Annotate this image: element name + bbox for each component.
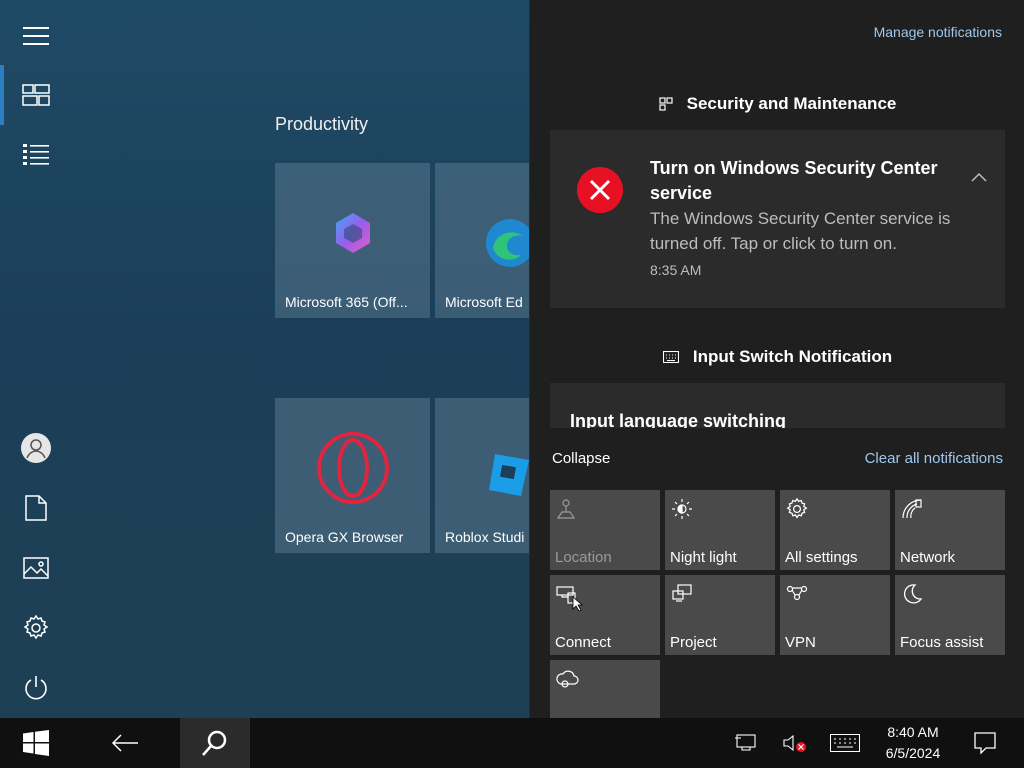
microsoft-365-icon <box>335 212 370 253</box>
network-icon <box>902 499 922 519</box>
quick-action-label: VPN <box>785 634 816 651</box>
group-header-label: Input Switch Notification <box>692 347 893 366</box>
user-icon <box>21 433 51 463</box>
quick-action-network[interactable]: Network <box>895 490 1005 570</box>
hamburger-menu-button[interactable] <box>0 6 72 66</box>
notification-time: 8:35 AM <box>650 262 702 278</box>
error-icon <box>577 167 623 213</box>
network-wired-icon <box>735 734 756 751</box>
tile-opera-gx[interactable]: Opera GX Browser <box>275 398 430 553</box>
notification-icon <box>974 732 996 754</box>
quick-action-label: Focus assist <box>900 634 984 651</box>
project-icon <box>672 584 692 602</box>
pictures-button[interactable] <box>0 538 72 598</box>
all-apps-list-icon <box>23 144 49 165</box>
quick-action-focus-assist[interactable]: Focus assist <box>895 575 1005 655</box>
quick-action-label: Project <box>670 634 717 651</box>
notification-card[interactable]: Input language switching <box>550 383 1005 428</box>
tile-label: Opera GX Browser <box>285 529 404 545</box>
network-tray-button[interactable] <box>725 718 765 768</box>
windows-logo-icon <box>23 730 49 756</box>
edge-icon <box>486 219 529 267</box>
tile-microsoft-365[interactable]: Microsoft 365 (Off... <box>275 163 430 318</box>
notification-body: The Windows Security Center service is t… <box>650 209 951 253</box>
action-center: Manage notifications Security and Mainte… <box>529 0 1024 718</box>
quick-action-ambient[interactable] <box>550 660 660 718</box>
ambient-icon <box>556 670 579 688</box>
quick-action-label: Location <box>555 549 612 566</box>
vpn-icon <box>786 585 808 601</box>
quick-action-vpn[interactable]: VPN <box>780 575 890 655</box>
connect-icon <box>556 586 584 611</box>
tile-label: Microsoft Ed <box>445 294 523 310</box>
quick-action-all-settings[interactable]: All settings <box>780 490 890 570</box>
opera-gx-icon <box>316 431 389 504</box>
tiles-button[interactable] <box>0 65 72 125</box>
documents-icon <box>25 495 47 521</box>
clock-date: 6/5/2024 <box>885 745 941 761</box>
tile-label: Roblox Studi <box>445 529 525 545</box>
quick-action-label: All settings <box>785 549 858 566</box>
night-light-icon <box>672 499 692 519</box>
manage-notifications-link[interactable]: Manage notifications <box>874 24 1002 40</box>
search-icon <box>202 730 227 756</box>
clock-time: 8:40 AM <box>887 724 939 740</box>
settings-gear-icon <box>23 615 49 640</box>
power-button[interactable] <box>0 658 72 718</box>
search-button[interactable] <box>180 718 250 768</box>
quick-action-location[interactable]: Location <box>550 490 660 570</box>
touch-keyboard-button[interactable] <box>825 718 865 768</box>
focus-assist-icon <box>904 584 923 604</box>
notification-group-header[interactable]: Input Switch Notification <box>530 347 1024 367</box>
notification-card[interactable]: Turn on Windows Security Center service … <box>550 130 1005 308</box>
clear-all-notifications-link[interactable]: Clear all notifications <box>865 450 1003 467</box>
hamburger-menu-icon <box>23 27 49 45</box>
tiles-icon <box>22 84 50 106</box>
notification-title: Input language switching <box>570 411 786 428</box>
quick-action-project[interactable]: Project <box>665 575 775 655</box>
pictures-icon <box>23 557 49 579</box>
documents-button[interactable] <box>0 478 72 538</box>
back-arrow-icon <box>111 734 138 752</box>
tile-label: Microsoft 365 (Off... <box>285 294 408 310</box>
collapse-button[interactable]: Collapse <box>552 450 610 467</box>
volume-tray-button[interactable] <box>775 718 815 768</box>
quick-action-label: Network <box>900 549 956 566</box>
quick-action-label: Connect <box>555 634 611 651</box>
keyboard-icon <box>662 351 679 363</box>
back-button[interactable] <box>90 718 160 768</box>
quick-action-label: Night light <box>670 549 737 566</box>
start-menu <box>0 0 529 718</box>
all-apps-button[interactable] <box>0 125 72 185</box>
user-account-button[interactable] <box>0 418 72 478</box>
tile-microsoft-edge[interactable]: Microsoft Ed <box>435 163 529 318</box>
notification-title: Turn on Windows Security Center service <box>650 158 938 203</box>
tile-roblox-studio[interactable]: Roblox Studi <box>435 398 529 553</box>
action-center-bottom-bar: Collapse Clear all notifications <box>530 428 1024 488</box>
notification-group-header[interactable]: Security and Maintenance <box>530 94 1024 114</box>
power-icon <box>25 676 47 700</box>
location-icon <box>556 499 576 519</box>
settings-button[interactable] <box>0 598 72 658</box>
keyboard-icon <box>830 734 860 752</box>
security-maintenance-icon <box>659 97 673 111</box>
chevron-up-icon[interactable] <box>971 172 987 182</box>
tile-group-title: Productivity <box>275 114 369 134</box>
start-rail <box>0 0 72 718</box>
action-center-button[interactable] <box>960 718 1010 768</box>
roblox-studio-icon <box>489 454 529 496</box>
quick-action-night-light[interactable]: Night light <box>665 490 775 570</box>
quick-action-connect[interactable]: Connect <box>550 575 660 655</box>
taskbar: 8:40 AM 6/5/2024 <box>0 718 1024 768</box>
gear-icon <box>786 498 808 519</box>
volume-muted-icon <box>783 734 806 752</box>
start-button[interactable] <box>0 718 72 768</box>
taskbar-clock[interactable]: 8:40 AM 6/5/2024 <box>868 722 958 764</box>
group-header-label: Security and Maintenance <box>686 94 897 113</box>
